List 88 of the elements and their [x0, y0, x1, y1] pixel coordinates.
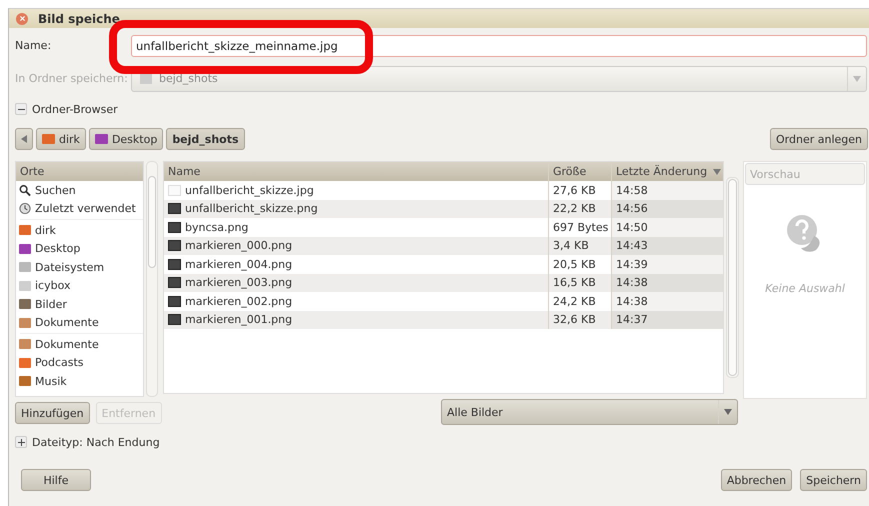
file-row[interactable]: markieren_001.png 32,6 KB 14:37	[164, 310, 723, 329]
folder-icon	[19, 280, 31, 291]
image-file-icon	[168, 184, 181, 196]
table-cell: unfallbericht_skizze.jpg	[164, 181, 548, 200]
folder-icon	[42, 134, 55, 144]
folder-icon	[19, 225, 31, 236]
window-title: Bild speiche	[38, 12, 120, 26]
folder-icon	[140, 74, 152, 84]
image-file-icon	[168, 222, 181, 233]
place-item[interactable]: Desktop	[16, 240, 143, 258]
table-cell: 14:56	[611, 200, 723, 218]
image-file-icon	[168, 240, 181, 252]
place-item[interactable]: Zuletzt verwendet	[16, 200, 143, 218]
back-button[interactable]	[15, 128, 33, 150]
close-icon[interactable]	[16, 12, 28, 24]
folder-icon	[94, 134, 108, 144]
column-header[interactable]: Orte	[16, 162, 143, 181]
table-cell: markieren_001.png	[164, 310, 548, 329]
scrollbar[interactable]	[726, 177, 739, 378]
table-cell: 14:50	[611, 218, 723, 236]
place-item[interactable]: dirk	[16, 221, 143, 240]
file-type-label: Dateityp: Nach Endung	[32, 436, 160, 448]
folder-icon	[19, 244, 31, 254]
place-item[interactable]: Dokumente	[16, 314, 143, 332]
table-cell: byncsa.png	[164, 218, 548, 236]
file-row[interactable]: unfallbericht_skizze.jpg 27,6 KB 14:58	[164, 181, 723, 200]
path-button[interactable]: Desktop	[88, 128, 164, 150]
table-cell: 14:58	[611, 181, 723, 200]
place-item[interactable]: Suchen	[16, 181, 143, 200]
place-item[interactable]: icybox	[16, 276, 143, 295]
place-item[interactable]: Podcasts	[16, 354, 143, 372]
place-item[interactable]: Bilder	[16, 295, 143, 314]
sort-arrow-icon	[713, 168, 722, 174]
table-cell: 14:37	[611, 310, 723, 329]
column-header[interactable]: Name	[164, 162, 548, 181]
folder-icon	[19, 318, 31, 328]
expand-icon[interactable]	[15, 436, 27, 448]
name-label: Name:	[15, 39, 52, 52]
cancel-button[interactable]: Abbrechen	[720, 469, 792, 491]
image-file-icon	[168, 203, 181, 214]
place-item[interactable]: Dateisystem	[16, 258, 143, 276]
name-field[interactable]: unfallbericht_skizze_meinname.jpg	[131, 34, 867, 56]
file-row[interactable]: markieren_003.png 16,5 KB 14:38	[164, 274, 723, 292]
left-arrow-icon	[21, 135, 27, 143]
collapse-icon[interactable]	[15, 103, 27, 115]
table-cell: unfallbericht_skizze.png	[164, 200, 548, 218]
place-item[interactable]: Musik	[16, 372, 143, 390]
file-row[interactable]: byncsa.png 697 Bytes 14:50	[164, 218, 723, 236]
preview-header: Vorschau	[745, 163, 865, 185]
folder-icon	[19, 339, 31, 350]
file-row[interactable]: markieren_004.png 20,5 KB 14:39	[164, 255, 723, 274]
table-cell: markieren_002.png	[164, 292, 548, 310]
table-cell: markieren_003.png	[164, 274, 548, 292]
table-cell: markieren_004.png	[164, 255, 548, 274]
path-button[interactable]: bejd_shots	[166, 128, 245, 150]
save-button[interactable]: Speichern	[800, 469, 867, 491]
file-row[interactable]: markieren_002.png 24,2 KB 14:38	[164, 292, 723, 310]
folder-icon	[19, 376, 31, 386]
folder-icon	[19, 262, 31, 272]
table-cell: 14:38	[611, 274, 723, 292]
folder-browser-label: Ordner-Browser	[32, 102, 118, 116]
image-file-icon	[168, 258, 181, 270]
table-cell: markieren_000.png	[164, 236, 548, 255]
caret-icon	[724, 409, 732, 415]
path-button[interactable]: dirk	[36, 128, 86, 150]
image-file-icon	[168, 296, 181, 307]
table-cell: 14:38	[611, 292, 723, 310]
column-header[interactable]: Größe	[548, 162, 611, 181]
caret-icon	[853, 76, 861, 82]
folder-icon	[19, 299, 31, 310]
column-header[interactable]: Letzte Änderung	[611, 162, 723, 181]
search-icon	[19, 184, 31, 197]
file-filter-dropdown[interactable]: Alle Bilder	[441, 399, 738, 425]
add-button[interactable]: Hinzufügen	[15, 402, 90, 424]
scrollbar[interactable]	[146, 161, 158, 397]
folder-label: In Ordner speichern:	[15, 72, 129, 85]
file-row[interactable]: markieren_000.png 3,4 KB 14:43	[164, 236, 723, 255]
preview-message: Keine Auswahl	[765, 282, 845, 295]
image-file-icon	[168, 314, 181, 326]
place-item[interactable]: Dokumente	[16, 335, 143, 354]
table-cell: 14:39	[611, 255, 723, 274]
folder-icon	[19, 358, 31, 368]
help-button[interactable]: Hilfe	[21, 469, 91, 491]
table-cell: 14:43	[611, 236, 723, 255]
image-file-icon	[168, 277, 181, 288]
clock-icon	[19, 202, 31, 216]
create-folder-button[interactable]: Ordner anlegen	[770, 128, 868, 150]
file-row[interactable]: unfallbericht_skizze.png 22,2 KB 14:56	[164, 200, 723, 218]
